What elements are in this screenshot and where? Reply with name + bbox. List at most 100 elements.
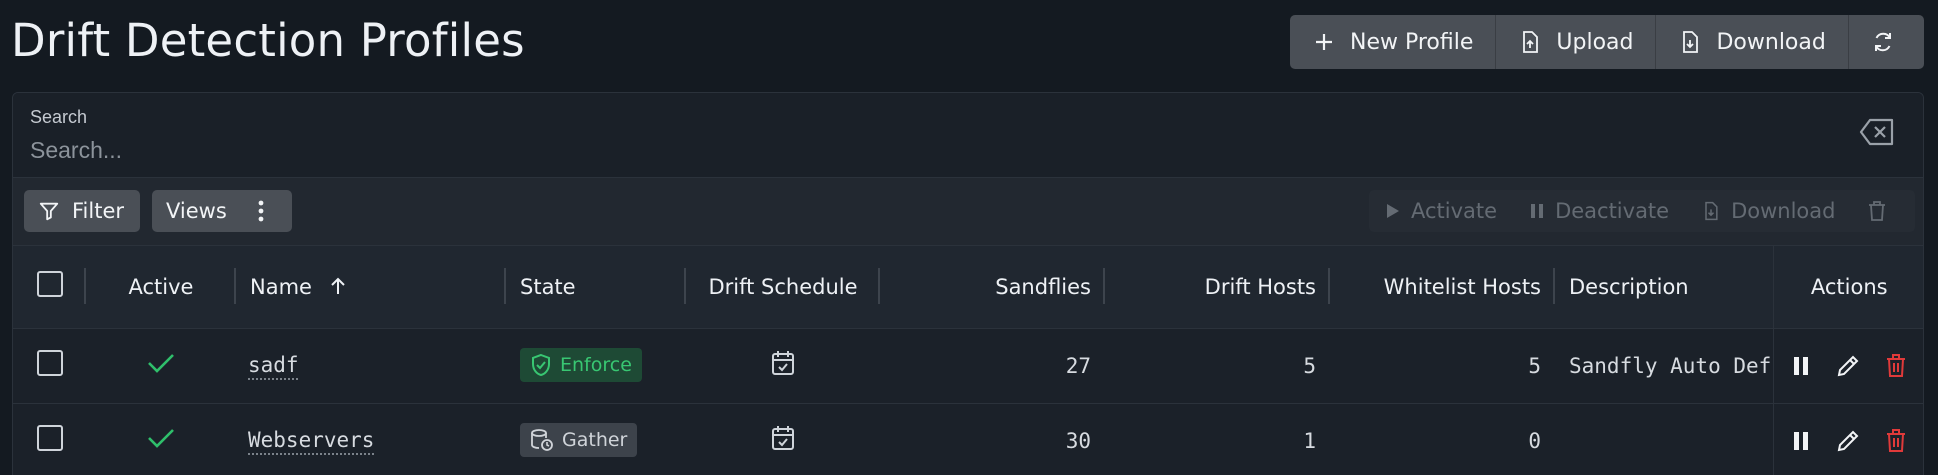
select-all-checkbox[interactable] bbox=[37, 271, 63, 297]
state-badge-enforce: Enforce bbox=[520, 348, 642, 382]
active-header-label: Active bbox=[129, 275, 194, 299]
views-label: Views bbox=[166, 199, 227, 223]
drift-hosts-cell: 1 bbox=[1105, 403, 1330, 475]
drift-schedule-header-label: Drift Schedule bbox=[708, 275, 857, 299]
whitelist-hosts-header[interactable]: Whitelist Hosts bbox=[1330, 246, 1555, 328]
row-select-cell bbox=[13, 403, 86, 475]
download-button[interactable]: Download bbox=[1656, 15, 1848, 69]
name-cell: sadf bbox=[236, 328, 506, 403]
actions-header-label: Actions bbox=[1811, 275, 1888, 299]
state-badge-gather: Gather bbox=[520, 423, 637, 457]
file-download-icon bbox=[1678, 30, 1702, 54]
row-select-cell bbox=[13, 328, 86, 403]
row-checkbox[interactable] bbox=[37, 425, 63, 451]
select-all-header bbox=[13, 246, 86, 328]
download-label: Download bbox=[1716, 30, 1825, 55]
name-cell: Webservers bbox=[236, 403, 506, 475]
views-button[interactable]: Views bbox=[152, 190, 292, 232]
profiles-table: Active Name State Drift Schedule Sandfli… bbox=[13, 246, 1924, 475]
pencil-icon[interactable] bbox=[1835, 353, 1861, 379]
calendar-check-icon[interactable] bbox=[771, 425, 795, 451]
profile-name-link[interactable]: Webservers bbox=[248, 428, 374, 452]
description-cell bbox=[1555, 403, 1773, 475]
bulk-actions-bar: Activate Deactivate Download bbox=[1369, 190, 1915, 232]
deactivate-label: Deactivate bbox=[1555, 199, 1669, 223]
trash-icon bbox=[1867, 200, 1887, 222]
profiles-panel: Search Filter Views Activate Deactivate … bbox=[12, 92, 1924, 475]
pause-icon bbox=[1529, 202, 1545, 220]
plus-icon bbox=[1312, 30, 1336, 54]
play-icon bbox=[1385, 202, 1401, 220]
new-profile-label: New Profile bbox=[1350, 30, 1473, 55]
deactivate-button[interactable]: Deactivate bbox=[1513, 199, 1685, 223]
table-header-row: Active Name State Drift Schedule Sandfli… bbox=[13, 246, 1924, 328]
page-title: Drift Detection Profiles bbox=[11, 14, 525, 67]
state-label: Gather bbox=[562, 429, 627, 451]
file-download-icon bbox=[1701, 200, 1721, 222]
table-row[interactable]: sadf Enforce 27 5 5 Sandfly Auto Def bbox=[13, 328, 1924, 403]
filter-button[interactable]: Filter bbox=[24, 190, 140, 232]
clear-search-icon[interactable] bbox=[1859, 117, 1895, 147]
calendar-check-icon[interactable] bbox=[771, 350, 795, 376]
description-header[interactable]: Description bbox=[1555, 246, 1773, 328]
sandflies-cell: 30 bbox=[880, 403, 1105, 475]
search-box: Search bbox=[13, 93, 1923, 178]
state-cell: Enforce bbox=[506, 328, 686, 403]
whitelist-hosts-cell: 5 bbox=[1330, 328, 1555, 403]
actions-cell bbox=[1773, 403, 1924, 475]
state-header[interactable]: State bbox=[506, 246, 686, 328]
check-icon bbox=[146, 351, 176, 375]
activate-label: Activate bbox=[1411, 199, 1497, 223]
pause-icon[interactable] bbox=[1791, 430, 1811, 452]
actions-header: Actions bbox=[1773, 246, 1924, 328]
search-input[interactable] bbox=[30, 133, 1730, 167]
sandflies-header[interactable]: Sandflies bbox=[880, 246, 1105, 328]
active-cell bbox=[86, 403, 236, 475]
shield-check-icon bbox=[530, 353, 552, 377]
pencil-icon[interactable] bbox=[1835, 428, 1861, 454]
activate-button[interactable]: Activate bbox=[1369, 199, 1513, 223]
drift-hosts-header[interactable]: Drift Hosts bbox=[1105, 246, 1330, 328]
sandflies-header-label: Sandflies bbox=[995, 275, 1091, 299]
name-header-label: Name bbox=[250, 275, 312, 299]
refresh-icon bbox=[1871, 30, 1895, 54]
pause-icon[interactable] bbox=[1791, 355, 1811, 377]
filter-icon bbox=[38, 200, 60, 222]
upload-button[interactable]: Upload bbox=[1496, 15, 1656, 69]
sandflies-cell: 27 bbox=[880, 328, 1105, 403]
refresh-button[interactable] bbox=[1849, 15, 1917, 69]
new-profile-button[interactable]: New Profile bbox=[1290, 15, 1496, 69]
check-icon bbox=[146, 426, 176, 450]
description-cell: Sandfly Auto Def bbox=[1555, 328, 1773, 403]
drift-hosts-header-label: Drift Hosts bbox=[1205, 275, 1316, 299]
whitelist-hosts-header-label: Whitelist Hosts bbox=[1384, 275, 1541, 299]
state-header-label: State bbox=[520, 275, 576, 299]
row-checkbox[interactable] bbox=[37, 350, 63, 376]
bulk-delete-button[interactable] bbox=[1851, 200, 1903, 222]
upload-label: Upload bbox=[1556, 30, 1633, 55]
active-header[interactable]: Active bbox=[86, 246, 236, 328]
name-header[interactable]: Name bbox=[236, 246, 506, 328]
database-clock-icon bbox=[530, 428, 554, 452]
file-upload-icon bbox=[1518, 30, 1542, 54]
active-cell bbox=[86, 328, 236, 403]
sort-ascending-icon bbox=[329, 276, 347, 296]
drift-hosts-cell: 5 bbox=[1105, 328, 1330, 403]
trash-icon[interactable] bbox=[1885, 428, 1907, 454]
top-actions-group: New Profile Upload Download bbox=[1290, 15, 1924, 69]
whitelist-hosts-cell: 0 bbox=[1330, 403, 1555, 475]
table-toolbar: Filter Views Activate Deactivate Downloa… bbox=[13, 178, 1923, 246]
more-vertical-icon bbox=[257, 200, 265, 222]
drift-schedule-cell bbox=[686, 328, 880, 403]
search-label: Search bbox=[30, 107, 87, 128]
state-cell: Gather bbox=[506, 403, 686, 475]
description-header-label: Description bbox=[1569, 275, 1689, 299]
bulk-download-label: Download bbox=[1731, 199, 1835, 223]
drift-schedule-header[interactable]: Drift Schedule bbox=[686, 246, 880, 328]
filter-label: Filter bbox=[72, 199, 124, 223]
bulk-download-button[interactable]: Download bbox=[1685, 199, 1851, 223]
actions-cell bbox=[1773, 328, 1924, 403]
trash-icon[interactable] bbox=[1885, 353, 1907, 379]
profile-name-link[interactable]: sadf bbox=[248, 353, 299, 377]
table-row[interactable]: Webservers Gather 30 1 0 bbox=[13, 403, 1924, 475]
